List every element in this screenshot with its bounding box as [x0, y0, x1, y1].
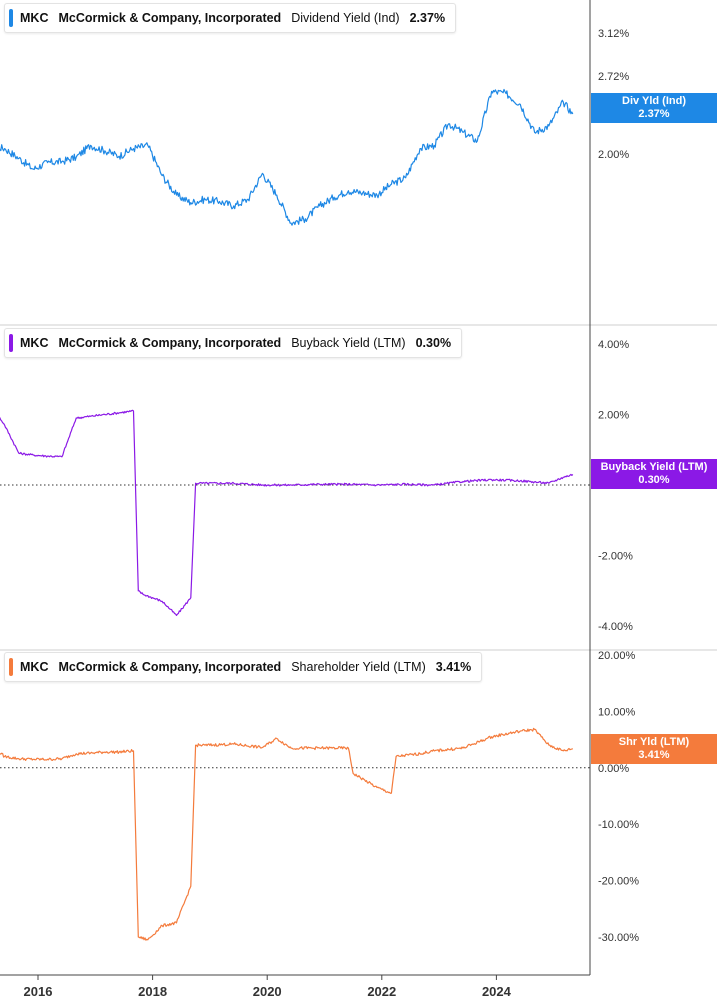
x-tick-label: 2022 [367, 984, 396, 999]
legend-buyback-yield[interactable]: MKC McCormick & Company, Incorporated Bu… [4, 328, 463, 358]
series-line-2 [0, 409, 574, 616]
series-line-1 [0, 88, 574, 226]
tag-value: 0.30% [638, 474, 670, 486]
legend-company: McCormick & Company, Incorporated [58, 336, 282, 350]
series-color-swatch [9, 9, 13, 27]
chart-series [0, 88, 574, 941]
y-tick-label: 2.00% [598, 410, 629, 422]
last-value-tag-shareholder-yield: Shr Yld (LTM) 3.41% [591, 734, 717, 764]
tag-label: Div Yld (Ind) [622, 95, 686, 107]
y-tick-label: 2.72% [598, 71, 629, 83]
y-tick-label: -2.00% [598, 551, 633, 563]
series-color-swatch [9, 658, 13, 676]
y-tick-label: 20.00% [598, 650, 636, 662]
legend-metric: Buyback Yield (LTM) [291, 336, 406, 350]
series-color-swatch [9, 334, 13, 352]
legend-metric: Shareholder Yield (LTM) [291, 660, 426, 674]
y-tick-label: 3.12% [598, 28, 629, 40]
x-tick-label: 2024 [482, 984, 512, 999]
y-tick-label: 4.00% [598, 339, 629, 351]
y-tick-label: 0.00% [598, 763, 629, 775]
last-value-tag-dividend-yield: Div Yld (Ind) 2.37% [591, 93, 717, 123]
tag-value: 3.41% [638, 749, 670, 761]
y-tick-label: -4.00% [598, 621, 633, 633]
x-tick-label: 2016 [24, 984, 53, 999]
y-tick-label: -10.00% [598, 819, 639, 831]
legend-value: 2.37% [409, 11, 446, 25]
legend-shareholder-yield[interactable]: MKC McCormick & Company, Incorporated Sh… [4, 652, 483, 682]
y-tick-label: -30.00% [598, 932, 639, 944]
y-tick-label: 2.00% [598, 149, 629, 161]
chart-x-ticks: 2016 2018 2020 2022 2024 [24, 975, 512, 999]
legend-company: McCormick & Company, Incorporated [58, 11, 282, 25]
legend-ticker: MKC [20, 336, 49, 350]
legend-value: 3.41% [435, 660, 472, 674]
legend-value: 0.30% [415, 336, 452, 350]
tag-label: Shr Yld (LTM) [618, 736, 690, 748]
x-tick-label: 2020 [253, 984, 282, 999]
chart-canvas: 3.12% 2.72% 2.00% 4.00% 2.00% 0.00% -2.00% -4.0… [0, 0, 717, 999]
legend-metric: Dividend Yield (Ind) [291, 11, 400, 25]
tag-value: 2.37% [638, 108, 670, 120]
legend-company: McCormick & Company, Incorporated [58, 660, 282, 674]
legend-ticker: MKC [20, 660, 49, 674]
y-tick-label: -20.00% [598, 876, 639, 888]
legend-dividend-yield[interactable]: MKC McCormick & Company, Incorporated Di… [4, 3, 457, 33]
series-line-3 [0, 727, 574, 941]
y-tick-label: 10.00% [598, 706, 636, 718]
tag-label: Buyback Yield (LTM) [600, 461, 708, 473]
last-value-tag-buyback-yield: Buyback Yield (LTM) 0.30% [591, 459, 717, 489]
x-tick-label: 2018 [138, 984, 167, 999]
legend-ticker: MKC [20, 11, 49, 25]
